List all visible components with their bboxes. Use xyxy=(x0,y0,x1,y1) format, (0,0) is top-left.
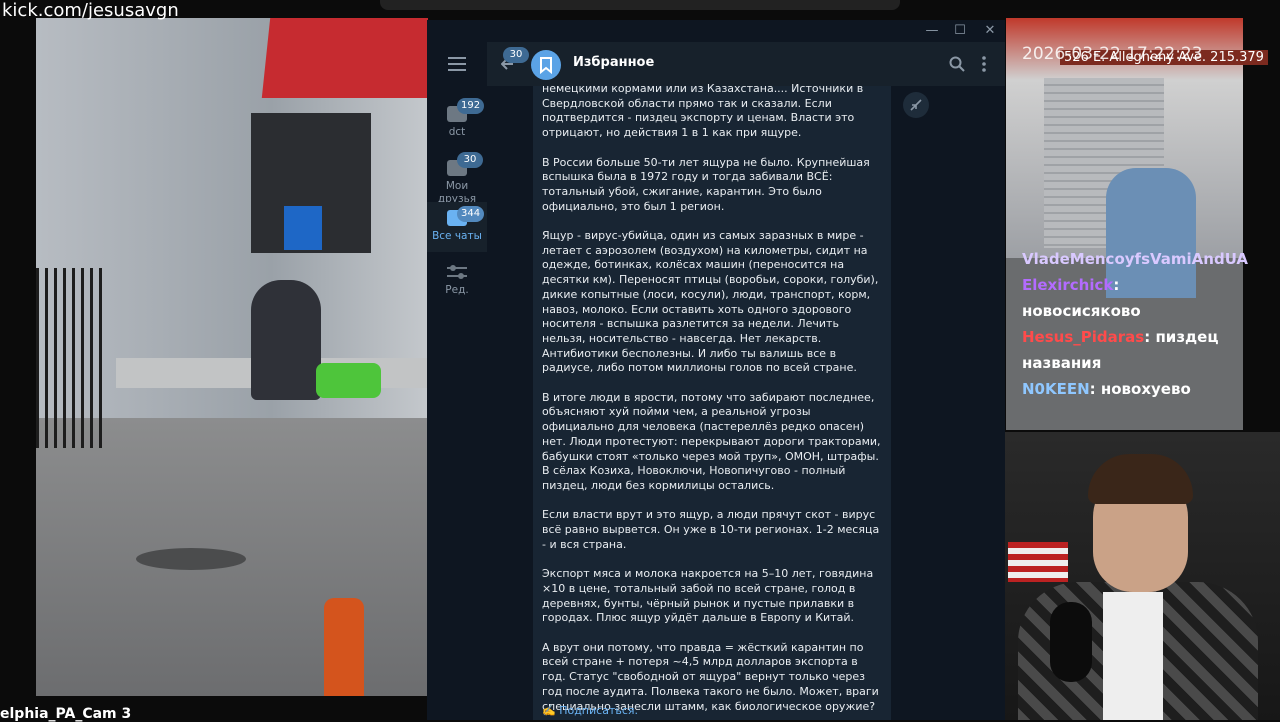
browser-top-bar xyxy=(380,0,900,10)
chat-message: N0KEEN: новохуево xyxy=(1022,376,1243,402)
more-options-icon[interactable] xyxy=(981,55,987,77)
camera-timestamp: 2026-03-22 17:22:23 xyxy=(1022,44,1203,64)
streamer-webcam xyxy=(978,432,1280,720)
message-bubble[interactable]: немецкими кормами или из Казахстана.... … xyxy=(533,82,891,720)
collapse-icon[interactable] xyxy=(903,92,929,118)
title-bar: — ☐ ✕ xyxy=(427,20,1005,42)
maximize-button[interactable]: ☐ xyxy=(947,22,973,40)
chat-username: N0KEEN xyxy=(1022,380,1090,398)
streamer-hair xyxy=(1088,454,1193,504)
search-icon[interactable] xyxy=(949,56,965,76)
folder-edit[interactable]: Ред. xyxy=(427,256,487,304)
green-bag xyxy=(316,363,381,398)
folder-label: Ред. xyxy=(445,284,469,296)
close-button[interactable]: ✕ xyxy=(977,22,1003,40)
telegram-window: — ☐ ✕ 192 dct 30 Мои друзья 344 Все чаты… xyxy=(427,20,1005,720)
folder-dct[interactable]: 192 dct xyxy=(427,98,487,152)
chat-title: Избранное xyxy=(573,55,655,70)
unread-badge: 344 xyxy=(457,206,485,222)
subscribe-link[interactable]: ✍️ Подписаться. xyxy=(542,704,638,717)
unread-badge: 30 xyxy=(457,152,483,168)
chat-username: Elexirchick xyxy=(1022,276,1114,294)
white-tee xyxy=(1103,592,1163,720)
folder-label: dct xyxy=(448,126,466,138)
microphone xyxy=(1050,602,1092,682)
seated-person xyxy=(251,280,321,400)
manhole-cover xyxy=(136,548,246,570)
chat-message: Hesus_Pidaras: пиздец названия xyxy=(1022,324,1243,376)
iron-fence xyxy=(36,268,106,448)
back-badge: 30 xyxy=(503,47,529,63)
flag xyxy=(1008,542,1068,582)
chat-text: : новохуево xyxy=(1089,380,1191,398)
chat-username: VladeMencoyfsVamiAndUA xyxy=(1022,250,1249,268)
stream-url: kick.com/jesusavgn xyxy=(2,0,179,21)
message-area[interactable]: немецкими кормами или из Казахстана.... … xyxy=(487,82,1005,720)
stream-chat: VladeMencoyfsVamiAndUA Elexirchick: ново… xyxy=(1022,246,1248,402)
chat-message: Elexirchick: новосисяково xyxy=(1022,272,1243,324)
unread-badge: 192 xyxy=(457,98,485,114)
chat-username: Hesus_Pidaras xyxy=(1022,328,1145,346)
saved-messages-avatar[interactable] xyxy=(531,50,561,80)
folder-friends[interactable]: 30 Мои друзья xyxy=(427,152,487,206)
sliders-icon xyxy=(447,264,467,280)
minimize-button[interactable]: — xyxy=(919,22,945,40)
chat-message: VladeMencoyfsVamiAndUA xyxy=(1022,246,1248,272)
red-awning xyxy=(261,18,428,98)
folder-all-chats[interactable]: 344 Все чаты xyxy=(427,202,487,252)
street-camera-feed xyxy=(36,18,428,696)
message-text: немецкими кормами или из Казахстана.... … xyxy=(542,82,881,713)
menu-icon[interactable] xyxy=(448,56,466,75)
fire-hydrant xyxy=(324,598,364,696)
chat-header: 30 Избранное xyxy=(487,42,1005,86)
folder-sidebar: 192 dct 30 Мои друзья 344 Все чаты Ред. xyxy=(427,42,487,720)
folder-label: Все чаты xyxy=(432,230,482,242)
blue-sign xyxy=(284,206,322,250)
